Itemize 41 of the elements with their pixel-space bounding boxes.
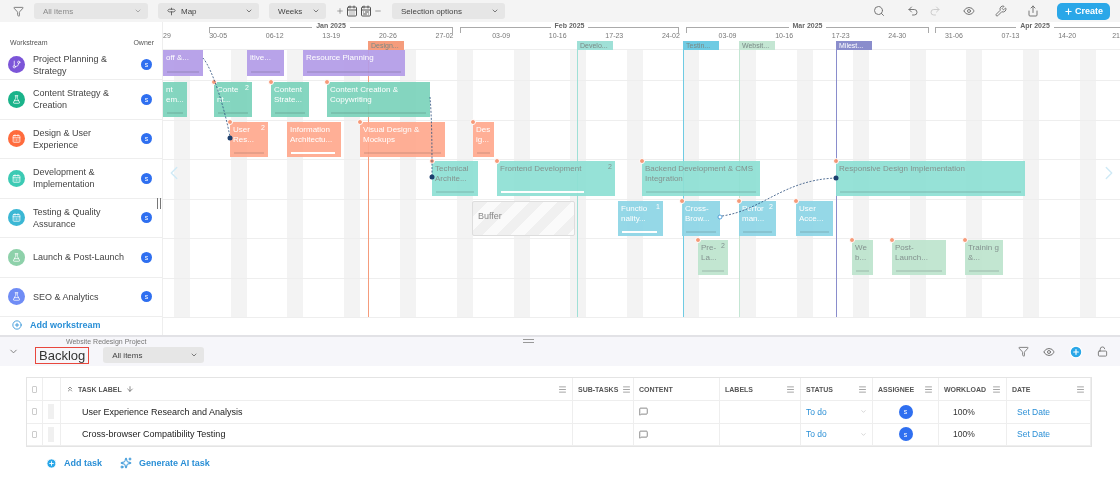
- add-task-button[interactable]: Add task: [46, 457, 102, 469]
- task-bar[interactable]: nt em...: [163, 82, 187, 117]
- workstream-name: Content Strategy & Creation: [33, 87, 111, 112]
- workstream-name: Launch & Post-Launch: [33, 251, 126, 264]
- workstream-name: SEO & Analytics: [33, 290, 100, 303]
- generate-ai-task-button[interactable]: Generate AI task: [120, 457, 210, 469]
- status-dropdown[interactable]: To do: [806, 406, 856, 417]
- task-label[interactable]: User Experience Research and Analysis: [66, 406, 243, 417]
- task-bar[interactable]: Backend Development & CMS Integration: [642, 161, 760, 196]
- selection-dropdown[interactable]: Selection options: [392, 3, 505, 19]
- task-bar[interactable]: Resource Planning: [303, 50, 405, 76]
- task-bar[interactable]: off &...: [163, 50, 203, 76]
- workstream-name: Development & Implementation: [33, 166, 96, 191]
- view-dropdown[interactable]: Map: [158, 3, 259, 19]
- task-bar[interactable]: Content Strate...: [271, 82, 309, 117]
- filter-dropdown[interactable]: All items: [103, 347, 205, 363]
- backlog-title: Backlog: [35, 346, 90, 364]
- buffer-bar[interactable]: Buffer: [472, 200, 575, 236]
- task-bar[interactable]: Content Creation & Copywriting: [327, 82, 430, 117]
- workstream-name: Project Planning & Strategy: [33, 52, 109, 77]
- set-date-link[interactable]: Set Date: [1017, 429, 1051, 440]
- set-date-link[interactable]: Set Date: [1017, 406, 1051, 417]
- add-workstream-button[interactable]: Add workstream: [0, 317, 162, 333]
- task-bar[interactable]: Technical Archite...: [432, 161, 478, 196]
- workstream-name: Testing & Quality Assurance: [33, 205, 102, 230]
- create-button[interactable]: Create: [1057, 2, 1110, 20]
- task-bar[interactable]: Visual Design & Mockups: [360, 121, 445, 157]
- task-bar[interactable]: itive...: [247, 50, 284, 76]
- workstream-name: Design & User Experience: [33, 126, 93, 151]
- task-bar[interactable]: Information Architectu...: [287, 121, 341, 157]
- task-bar[interactable]: Cross-Brow...: [682, 200, 720, 236]
- workload-value: 100%: [953, 429, 975, 440]
- task-bar[interactable]: We b...: [852, 240, 873, 275]
- scale-dropdown[interactable]: Weeks: [269, 3, 326, 19]
- status-dropdown[interactable]: To do: [806, 429, 856, 440]
- task-bar[interactable]: Des ig...: [473, 121, 494, 157]
- task-bar[interactable]: Responsive Design Implementation: [836, 161, 1025, 196]
- task-label[interactable]: Cross-browser Compatibility Testing: [66, 429, 226, 440]
- task-bar[interactable]: User Acce...: [796, 200, 833, 236]
- task-bar[interactable]: Post-Launch...: [892, 240, 946, 275]
- workload-value: 100%: [953, 406, 975, 417]
